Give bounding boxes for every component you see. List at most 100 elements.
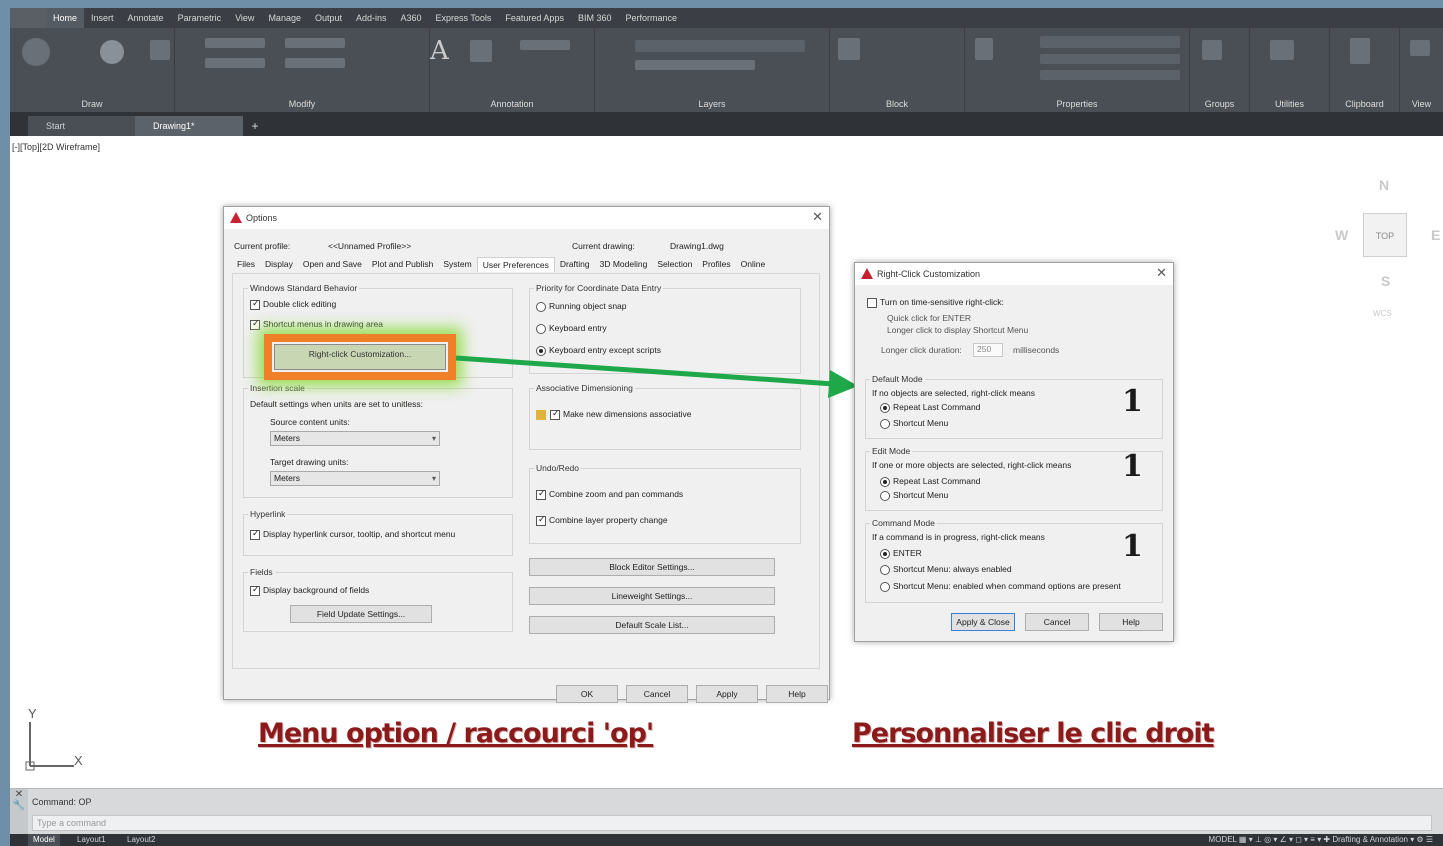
command-enter-option[interactable]: ENTER [880,548,922,559]
priority-osnap-option[interactable]: Running object snap [536,301,627,312]
panel-view[interactable]: View [1400,28,1443,112]
default-shortcut-radio[interactable] [880,418,890,429]
tab-profiles[interactable]: Profiles [697,257,735,272]
field-update-settings-button[interactable]: Field Update Settings... [290,605,432,623]
tab-user-preferences[interactable]: User Preferences [476,257,555,272]
ribbon-tab-output[interactable]: Output [308,8,349,28]
double-click-option[interactable]: Double click editing [250,298,336,310]
double-click-checkbox[interactable] [250,298,260,310]
measure-icon[interactable] [1270,40,1294,60]
fields-option[interactable]: Display background of fields [250,584,369,596]
options-close-button[interactable]: ✕ [812,209,823,225]
hyperlink-option[interactable]: Display hyperlink cursor, tooltip, and s… [250,528,455,540]
source-units-select[interactable]: Meters ▾ [270,431,440,446]
command-shortcut-options-radio[interactable] [880,581,890,592]
workspace-switch[interactable]: Drafting & Annotation [1332,835,1408,844]
group-icon[interactable] [1202,40,1222,60]
apply-button[interactable]: Apply [696,685,758,703]
ribbon-tab-bim360[interactable]: BIM 360 [571,8,619,28]
tab-system[interactable]: System [438,257,476,272]
viewcube-north[interactable]: N [1379,177,1389,193]
arc-tool-icon[interactable] [150,40,170,60]
circle-tool-icon[interactable] [100,40,124,64]
time-sensitive-checkbox[interactable] [867,297,877,308]
layout-tab-layout1[interactable]: Layout1 [72,834,110,846]
combine-zoom-option[interactable]: Combine zoom and pan commands [536,488,683,500]
tab-drafting[interactable]: Drafting [555,257,595,272]
viewcube-top-face[interactable]: TOP [1363,213,1407,257]
command-input[interactable]: Type a command [32,815,1432,831]
block-editor-settings-button[interactable]: Block Editor Settings... [529,558,775,576]
status-right-tools[interactable]: MODEL ▦ ▾ ⊥ ◎ ▾ ∠ ▾ ◻ ▾ ≡ ▾ ✚ Drafting &… [1209,834,1433,846]
ribbon-tab-featured[interactable]: Featured Apps [498,8,571,28]
viewcube-east[interactable]: E [1431,227,1440,243]
ribbon-tab-parametric[interactable]: Parametric [171,8,229,28]
layout-tab-layout2[interactable]: Layout2 [122,834,160,846]
combine-layer-option[interactable]: Combine layer property change [536,514,668,526]
viewport-controls[interactable]: [-][Top][2D Wireframe] [12,142,100,152]
edit-shortcut-radio[interactable] [880,490,890,501]
cancel-button[interactable]: Cancel [626,685,688,703]
leader-tool-icon[interactable] [520,40,570,50]
tab-open-save[interactable]: Open and Save [298,257,367,272]
command-line-handle[interactable]: ✕ 🔧 [10,789,28,835]
insert-block-icon[interactable] [838,38,860,60]
right-click-cancel-button[interactable]: Cancel [1025,613,1089,631]
shortcut-menus-option[interactable]: Shortcut menus in drawing area [250,318,383,330]
ribbon-tab-annotate[interactable]: Annotate [121,8,171,28]
tab-files[interactable]: Files [232,257,260,272]
ribbon-tab-view[interactable]: View [228,8,261,28]
right-click-customization-button[interactable]: Right-click Customization... [274,344,446,370]
shortcut-menus-checkbox[interactable] [250,318,260,330]
ribbon-tab-insert[interactable]: Insert [84,8,121,28]
command-shortcut-always-option[interactable]: Shortcut Menu: always enabled [880,564,1012,575]
time-sensitive-option[interactable]: Turn on time-sensitive right-click: [867,297,1004,308]
viewcube-west[interactable]: W [1335,227,1348,243]
ribbon-tab-express[interactable]: Express Tools [429,8,499,28]
duration-input[interactable]: 250 [973,343,1003,357]
paste-icon[interactable] [1350,38,1370,64]
ribbon-tab-performance[interactable]: Performance [618,8,684,28]
panel-modify[interactable]: Modify [175,28,430,112]
move-tool-icon[interactable] [205,38,265,48]
fields-checkbox[interactable] [250,584,260,596]
right-click-help-button[interactable]: Help [1099,613,1163,631]
ribbon-tab-manage[interactable]: Manage [261,8,308,28]
tab-display[interactable]: Display [260,257,298,272]
command-shortcut-options-option[interactable]: Shortcut Menu: enabled when command opti… [880,581,1121,592]
rotate-tool-icon[interactable] [285,38,345,48]
new-tab-button[interactable]: + [246,117,264,135]
app-logo-icon[interactable] [10,8,46,28]
model-space-toggle[interactable]: MODEL [1209,835,1237,844]
help-button[interactable]: Help [766,685,828,703]
panel-utilities[interactable]: Utilities [1250,28,1330,112]
tab-plot-publish[interactable]: Plot and Publish [367,257,438,272]
layer-dropdown[interactable] [635,40,805,52]
panel-clipboard[interactable]: Clipboard [1330,28,1400,112]
ok-button[interactable]: OK [556,685,618,703]
right-click-close-button[interactable]: ✕ [1156,265,1167,281]
layout-tab-model[interactable]: Model [28,834,60,846]
viewcube-south[interactable]: S [1381,273,1390,289]
viewcube[interactable]: N W E TOP S WCS [1325,173,1443,333]
panel-properties[interactable]: Properties [965,28,1190,112]
panel-groups[interactable]: Groups [1190,28,1250,112]
panel-block[interactable]: Block [830,28,965,112]
mirror-tool-icon[interactable] [285,58,345,68]
file-tab-drawing[interactable]: Drawing1* [135,116,243,136]
panel-annotation[interactable]: Annotation [430,28,595,112]
line-tool-icon[interactable] [22,38,50,66]
tab-selection[interactable]: Selection [652,257,697,272]
edit-shortcut-option[interactable]: Shortcut Menu [880,490,948,501]
linetype-dropdown[interactable] [1040,70,1180,80]
tab-3d-modeling[interactable]: 3D Modeling [595,257,653,272]
panel-layers[interactable]: Layers [595,28,830,112]
copy-tool-icon[interactable] [205,58,265,68]
edit-repeat-radio[interactable] [880,476,890,487]
tab-online[interactable]: Online [736,257,771,272]
priority-osnap-radio[interactable] [536,301,546,312]
apply-close-button[interactable]: Apply & Close [951,613,1015,631]
file-tab-start[interactable]: Start [28,116,138,136]
color-dropdown[interactable] [1040,36,1180,48]
priority-keyboard-radio[interactable] [536,323,546,334]
